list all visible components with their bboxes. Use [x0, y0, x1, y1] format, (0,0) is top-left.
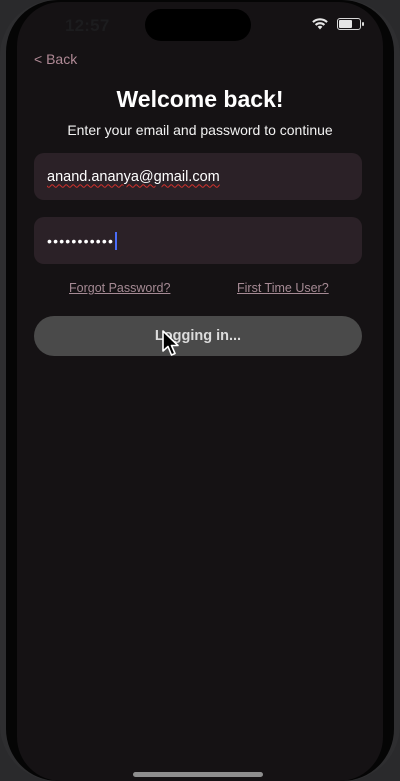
wifi-icon: [312, 18, 328, 30]
email-field[interactable]: anand.ananya@gmail.com: [34, 153, 362, 200]
mouse-pointer-icon: [162, 330, 179, 356]
status-time: 12:57: [65, 16, 110, 35]
password-field[interactable]: •••••••••••: [34, 217, 362, 264]
back-button[interactable]: < Back: [34, 51, 77, 67]
phone-frame: 12:57 < Back Welcome back! Enter your em…: [0, 0, 400, 781]
text-caret: [115, 231, 118, 250]
app-screen: 12:57 < Back Welcome back! Enter your em…: [17, 2, 383, 781]
home-indicator[interactable]: [133, 772, 263, 777]
password-value: •••••••••••: [47, 232, 115, 249]
email-value: anand.ananya@gmail.com: [47, 168, 220, 185]
first-time-user-link[interactable]: First Time User?: [237, 281, 329, 295]
page-title: Welcome back!: [116, 86, 284, 112]
battery-icon: [337, 17, 364, 30]
dynamic-island: [145, 9, 251, 41]
status-icons: [311, 17, 364, 30]
page-subtitle: Enter your email and password to continu…: [67, 122, 333, 138]
battery-level: [339, 19, 353, 28]
login-button[interactable]: Logging in...: [34, 316, 362, 356]
forgot-password-link[interactable]: Forgot Password?: [69, 281, 170, 295]
